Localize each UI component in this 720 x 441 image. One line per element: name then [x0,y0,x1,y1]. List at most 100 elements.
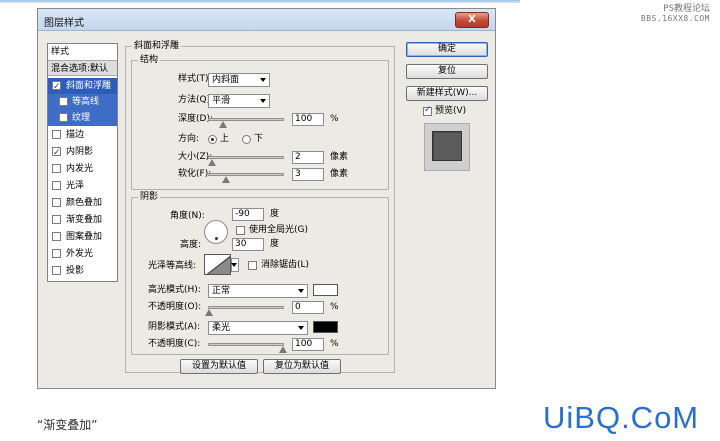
checkbox-stroke[interactable] [52,130,61,139]
bevel-emboss-group: 斜面和浮雕 结构 样式(T): 内斜面 方法(Q): 平滑 深度(D): 100… [125,40,395,374]
preview-checkbox[interactable] [423,105,432,116]
preview-label: 预览(V) [435,106,467,116]
highlight-opacity-unit: % [330,302,339,312]
gloss-contour-picker[interactable] [204,254,231,275]
close-button[interactable]: X [455,12,489,28]
soften-slider[interactable] [208,173,284,183]
style-item-color-overlay[interactable]: 颜色叠加 [48,195,117,211]
shadow-mode-select[interactable]: 柔光 [208,321,308,335]
style-item-outer-glow[interactable]: 外发光 [48,246,117,262]
gloss-contour-dropdown[interactable] [231,258,239,272]
structure-title: 结构 [138,54,161,66]
size-slider[interactable] [208,156,284,166]
style-label: 光泽 [66,181,85,191]
style-item-satin[interactable]: 光泽 [48,178,117,194]
style-label: 渐变叠加 [66,215,103,225]
soften-input[interactable]: 3 [292,168,324,181]
highlight-mode-select[interactable]: 正常 [208,284,308,298]
altitude-unit: 度 [270,239,280,249]
checkbox-inner-shadow[interactable] [52,145,61,161]
style-item-inner-shadow[interactable]: 内阴影 [48,144,117,161]
shadow-opacity-slider[interactable] [208,343,287,353]
angle-dial[interactable] [204,220,228,244]
style-label: 外发光 [66,249,94,259]
shadow-opacity-unit: % [330,339,339,349]
depth-slider-thumb[interactable] [219,121,227,128]
style-item-drop-shadow[interactable]: 投影 [48,263,117,279]
bevel-emboss-title: 斜面和浮雕 [132,40,182,52]
checkbox-contour[interactable] [59,97,68,106]
style-item-bevel[interactable]: 斜面和浮雕 [48,78,117,95]
style-item-pattern-overlay[interactable]: 图案叠加 [48,229,117,245]
checkbox-gradient-overlay[interactable] [52,215,61,224]
depth-input[interactable]: 100 [292,113,324,126]
chevron-down-icon [260,78,266,82]
styles-header: 样式 [51,47,70,57]
antialias-label: 消除锯齿(L) [261,260,310,270]
size-slider-thumb[interactable] [208,159,216,166]
style-item-texture[interactable]: 纹理 [48,110,117,126]
style-item-gradient-overlay[interactable]: 渐变叠加 [48,212,117,228]
highlight-mode-label: 高光模式(H): [148,285,201,295]
checkbox-bevel[interactable] [52,79,61,95]
style-item-contour[interactable]: 等高线 [48,94,117,110]
checkbox-drop-shadow[interactable] [52,266,61,275]
antialias-checkbox[interactable] [248,261,257,270]
style-label: 样式(T): [178,74,212,84]
soften-slider-thumb[interactable] [222,176,230,183]
structure-group: 结构 样式(T): 内斜面 方法(Q): 平滑 深度(D): 100 % 方向:… [131,54,389,190]
styles-list: 样式 混合选项:默认 斜面和浮雕 等高线 纹理 描边 内阴影 内发光 光泽 [47,43,118,282]
global-light-label: 使用全局光(G) [249,225,308,235]
direction-up-label: 上 [220,134,230,144]
style-label: 颜色叠加 [66,198,103,208]
highlight-opacity-input[interactable]: 0 [292,301,324,314]
checkbox-pattern-overlay[interactable] [52,232,61,241]
ok-button[interactable]: 确定 [406,42,488,57]
style-preview-thumbnail [424,123,470,171]
depth-slider[interactable] [208,118,284,128]
technique-select[interactable]: 平滑 [208,94,270,108]
make-default-button[interactable]: 设置为默认值 [180,359,258,374]
altitude-input[interactable]: 30 [232,238,264,251]
style-label: 内阴影 [66,147,94,157]
size-unit: 像素 [330,152,349,162]
blend-options-item[interactable]: 混合选项:默认 [48,60,117,76]
style-item-inner-glow[interactable]: 内发光 [48,161,117,177]
shading-title: 阴影 [138,191,161,203]
style-select-value: 内斜面 [212,75,240,85]
highlight-opacity-thumb[interactable] [205,309,213,316]
chevron-down-icon [231,263,237,267]
dialog-title: 图层样式 [44,18,84,29]
style-item-stroke[interactable]: 描边 [48,127,117,143]
technique-select-value: 平滑 [212,96,231,106]
direction-down-radio[interactable] [242,135,251,144]
direction-up-radio[interactable] [208,135,217,144]
altitude-label: 高度: [180,240,202,250]
checkbox-texture[interactable] [59,113,68,122]
brand-watermark: UiBQ.CoM [543,400,700,435]
checkbox-inner-glow[interactable] [52,164,61,173]
checkbox-color-overlay[interactable] [52,198,61,207]
shadow-opacity-thumb[interactable] [279,346,287,353]
angle-unit: 度 [270,209,280,219]
checkbox-outer-glow[interactable] [52,249,61,258]
checkbox-satin[interactable] [52,181,61,190]
caption-text: “渐变叠加” [37,418,98,432]
shading-group: 阴影 角度(N): -90 度 使用全局光(G) 高度: 30 度 光泽等高线:… [131,191,389,355]
shadow-color-swatch[interactable] [313,321,338,333]
reset-default-button[interactable]: 复位为默认值 [263,359,341,374]
highlight-opacity-slider[interactable] [205,306,284,316]
highlight-color-swatch[interactable] [313,284,338,296]
dialog-titlebar: 图层样式 X [38,9,495,31]
size-input[interactable]: 2 [292,151,324,164]
depth-unit: % [330,114,339,124]
layer-style-dialog: 图层样式 X 样式 混合选项:默认 斜面和浮雕 等高线 纹理 描边 内阴影 内发… [37,8,496,389]
reset-button[interactable]: 复位 [406,64,488,79]
shadow-opacity-input[interactable]: 100 [292,338,324,351]
angle-input[interactable]: -90 [232,208,264,221]
global-light-checkbox[interactable] [236,226,245,235]
direction-label: 方向: [178,134,200,144]
style-select[interactable]: 内斜面 [208,73,270,87]
new-style-button[interactable]: 新建样式(W)... [406,86,488,101]
highlight-mode-value: 正常 [212,286,231,296]
